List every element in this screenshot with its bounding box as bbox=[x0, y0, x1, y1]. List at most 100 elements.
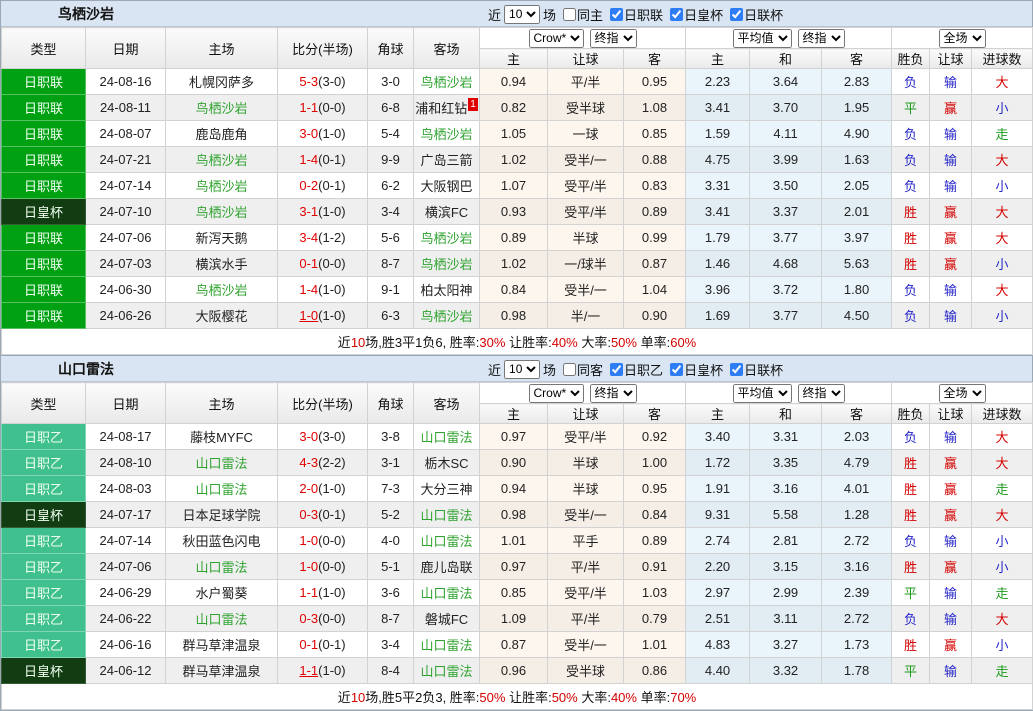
score-cell: 3-1(1-0) bbox=[278, 199, 368, 225]
corner-count: 5-4 bbox=[368, 121, 414, 147]
home-team-link[interactable]: 秋田蓝色闪电 bbox=[166, 528, 278, 554]
result-handicap: 赢 bbox=[930, 251, 972, 277]
away-team-link[interactable]: 鹿儿岛联 bbox=[414, 554, 480, 580]
away-team-link[interactable]: 磐城FC bbox=[414, 606, 480, 632]
avg-draw: 4.11 bbox=[750, 121, 822, 147]
match-date: 24-07-14 bbox=[86, 173, 166, 199]
avg-home: 3.31 bbox=[686, 173, 750, 199]
corner-count: 8-7 bbox=[368, 606, 414, 632]
away-team-link[interactable]: 大阪钢巴 bbox=[414, 173, 480, 199]
col-type: 类型 bbox=[2, 383, 86, 424]
home-team-link[interactable]: 大阪樱花 bbox=[166, 303, 278, 329]
result-handicap: 赢 bbox=[930, 225, 972, 251]
away-team-link[interactable]: 大分三神 bbox=[414, 476, 480, 502]
avg-home: 9.31 bbox=[686, 502, 750, 528]
filter-controls: 近 10 场 同客 日职乙 日皇杯 日联杯 bbox=[488, 356, 783, 382]
away-team-link[interactable]: 山口雷法 bbox=[414, 424, 480, 450]
summary-segment: 10 bbox=[351, 335, 365, 350]
table-row: 日职乙 24-06-29 水户蜀葵 1-1(1-0) 3-6 山口雷法 0.85… bbox=[2, 580, 1033, 606]
avg-home: 1.72 bbox=[686, 450, 750, 476]
away-team-link[interactable]: 栃木SC bbox=[414, 450, 480, 476]
summary-segment: 40% bbox=[552, 335, 578, 350]
home-team-link[interactable]: 群马草津温泉 bbox=[166, 658, 278, 684]
avg-draw: 3.32 bbox=[750, 658, 822, 684]
home-team-link[interactable]: 群马草津温泉 bbox=[166, 632, 278, 658]
result-goals: 走 bbox=[972, 658, 1033, 684]
col-corner: 角球 bbox=[368, 28, 414, 69]
result-goals: 小 bbox=[972, 251, 1033, 277]
away-team-link[interactable]: 山口雷法 bbox=[414, 580, 480, 606]
half-time-score: (0-0) bbox=[318, 533, 345, 548]
odds-home: 0.93 bbox=[480, 199, 548, 225]
bookmaker-select[interactable]: Crow* bbox=[529, 29, 584, 48]
same-venue-checkbox[interactable] bbox=[563, 8, 576, 21]
same-venue-checkbox[interactable] bbox=[563, 363, 576, 376]
corner-count: 3-0 bbox=[368, 69, 414, 95]
away-team-link[interactable]: 鸟栖沙岩 bbox=[414, 303, 480, 329]
table-row: 日职联 24-07-06 新泻天鹅 3-4(1-2) 5-6 鸟栖沙岩 0.89… bbox=[2, 225, 1033, 251]
away-team-link[interactable]: 山口雷法 bbox=[414, 502, 480, 528]
home-team-link[interactable]: 横滨水手 bbox=[166, 251, 278, 277]
team-title: 鸟栖沙岩 bbox=[1, 4, 114, 24]
home-team-link[interactable]: 新泻天鹅 bbox=[166, 225, 278, 251]
result-wdl: 胜 bbox=[892, 225, 930, 251]
full-match-select[interactable]: 全场 bbox=[939, 29, 986, 48]
away-team-link[interactable]: 柏太阳神 bbox=[414, 277, 480, 303]
full-time-score: 1-1 bbox=[299, 585, 318, 600]
score-cell: 2-0(1-0) bbox=[278, 476, 368, 502]
odds-source-header: Crow* 终指 bbox=[480, 28, 686, 49]
away-team-link[interactable]: 鸟栖沙岩 bbox=[414, 251, 480, 277]
league-checkbox-0[interactable] bbox=[610, 363, 623, 376]
match-count-select[interactable]: 10 bbox=[504, 360, 540, 379]
avg-away: 2.03 bbox=[822, 424, 892, 450]
away-team-link[interactable]: 浦和红钻1 bbox=[414, 95, 480, 121]
odds-stage-select[interactable]: 终指 bbox=[590, 384, 637, 403]
away-team-link[interactable]: 鸟栖沙岩 bbox=[414, 121, 480, 147]
league-checkbox-2[interactable] bbox=[730, 8, 743, 21]
away-team-link[interactable]: 横滨FC bbox=[414, 199, 480, 225]
away-team-link[interactable]: 鸟栖沙岩 bbox=[414, 225, 480, 251]
full-match-select[interactable]: 全场 bbox=[939, 384, 986, 403]
corner-count: 6-3 bbox=[368, 303, 414, 329]
col-odds-away: 客 bbox=[624, 404, 686, 424]
league-checkbox-2[interactable] bbox=[730, 363, 743, 376]
rank-badge: 1 bbox=[468, 98, 478, 111]
bookmaker-select[interactable]: Crow* bbox=[529, 384, 584, 403]
half-time-score: (0-1) bbox=[318, 152, 345, 167]
home-team-link[interactable]: 藤枝MYFC bbox=[166, 424, 278, 450]
home-team-link[interactable]: 山口雷法 bbox=[166, 476, 278, 502]
home-team-link[interactable]: 山口雷法 bbox=[166, 554, 278, 580]
home-team-link[interactable]: 山口雷法 bbox=[166, 450, 278, 476]
away-team-name: 大分三神 bbox=[420, 482, 472, 497]
home-team-link[interactable]: 山口雷法 bbox=[166, 606, 278, 632]
league-checkbox-1[interactable] bbox=[670, 8, 683, 21]
avg-select[interactable]: 平均值 bbox=[733, 29, 792, 48]
away-team-link[interactable]: 山口雷法 bbox=[414, 658, 480, 684]
avg-select[interactable]: 平均值 bbox=[733, 384, 792, 403]
away-team-link[interactable]: 广岛三箭 bbox=[414, 147, 480, 173]
league-checkbox-1[interactable] bbox=[670, 363, 683, 376]
home-team-link[interactable]: 鸟栖沙岩 bbox=[166, 199, 278, 225]
away-team-link[interactable]: 山口雷法 bbox=[414, 632, 480, 658]
odds-stage-select[interactable]: 终指 bbox=[590, 29, 637, 48]
league-checkbox-0[interactable] bbox=[610, 8, 623, 21]
home-team-link[interactable]: 鹿岛鹿角 bbox=[166, 121, 278, 147]
avg-stage-select[interactable]: 终指 bbox=[798, 29, 845, 48]
home-team-link[interactable]: 鸟栖沙岩 bbox=[166, 277, 278, 303]
match-date: 24-08-10 bbox=[86, 450, 166, 476]
away-team-link[interactable]: 鸟栖沙岩 bbox=[414, 69, 480, 95]
home-team-link[interactable]: 日本足球学院 bbox=[166, 502, 278, 528]
home-team-link[interactable]: 鸟栖沙岩 bbox=[166, 173, 278, 199]
match-date: 24-06-29 bbox=[86, 580, 166, 606]
odds-handicap: 受半球 bbox=[548, 658, 624, 684]
result-handicap: 输 bbox=[930, 580, 972, 606]
match-count-select[interactable]: 10 bbox=[504, 5, 540, 24]
avg-stage-select[interactable]: 终指 bbox=[798, 384, 845, 403]
away-team-link[interactable]: 山口雷法 bbox=[414, 528, 480, 554]
odds-away: 0.79 bbox=[624, 606, 686, 632]
home-team-link[interactable]: 鸟栖沙岩 bbox=[166, 147, 278, 173]
home-team-link[interactable]: 水户蜀葵 bbox=[166, 580, 278, 606]
home-team-link[interactable]: 鸟栖沙岩 bbox=[166, 95, 278, 121]
score-cell: 3-4(1-2) bbox=[278, 225, 368, 251]
home-team-link[interactable]: 札幌冈萨多 bbox=[166, 69, 278, 95]
